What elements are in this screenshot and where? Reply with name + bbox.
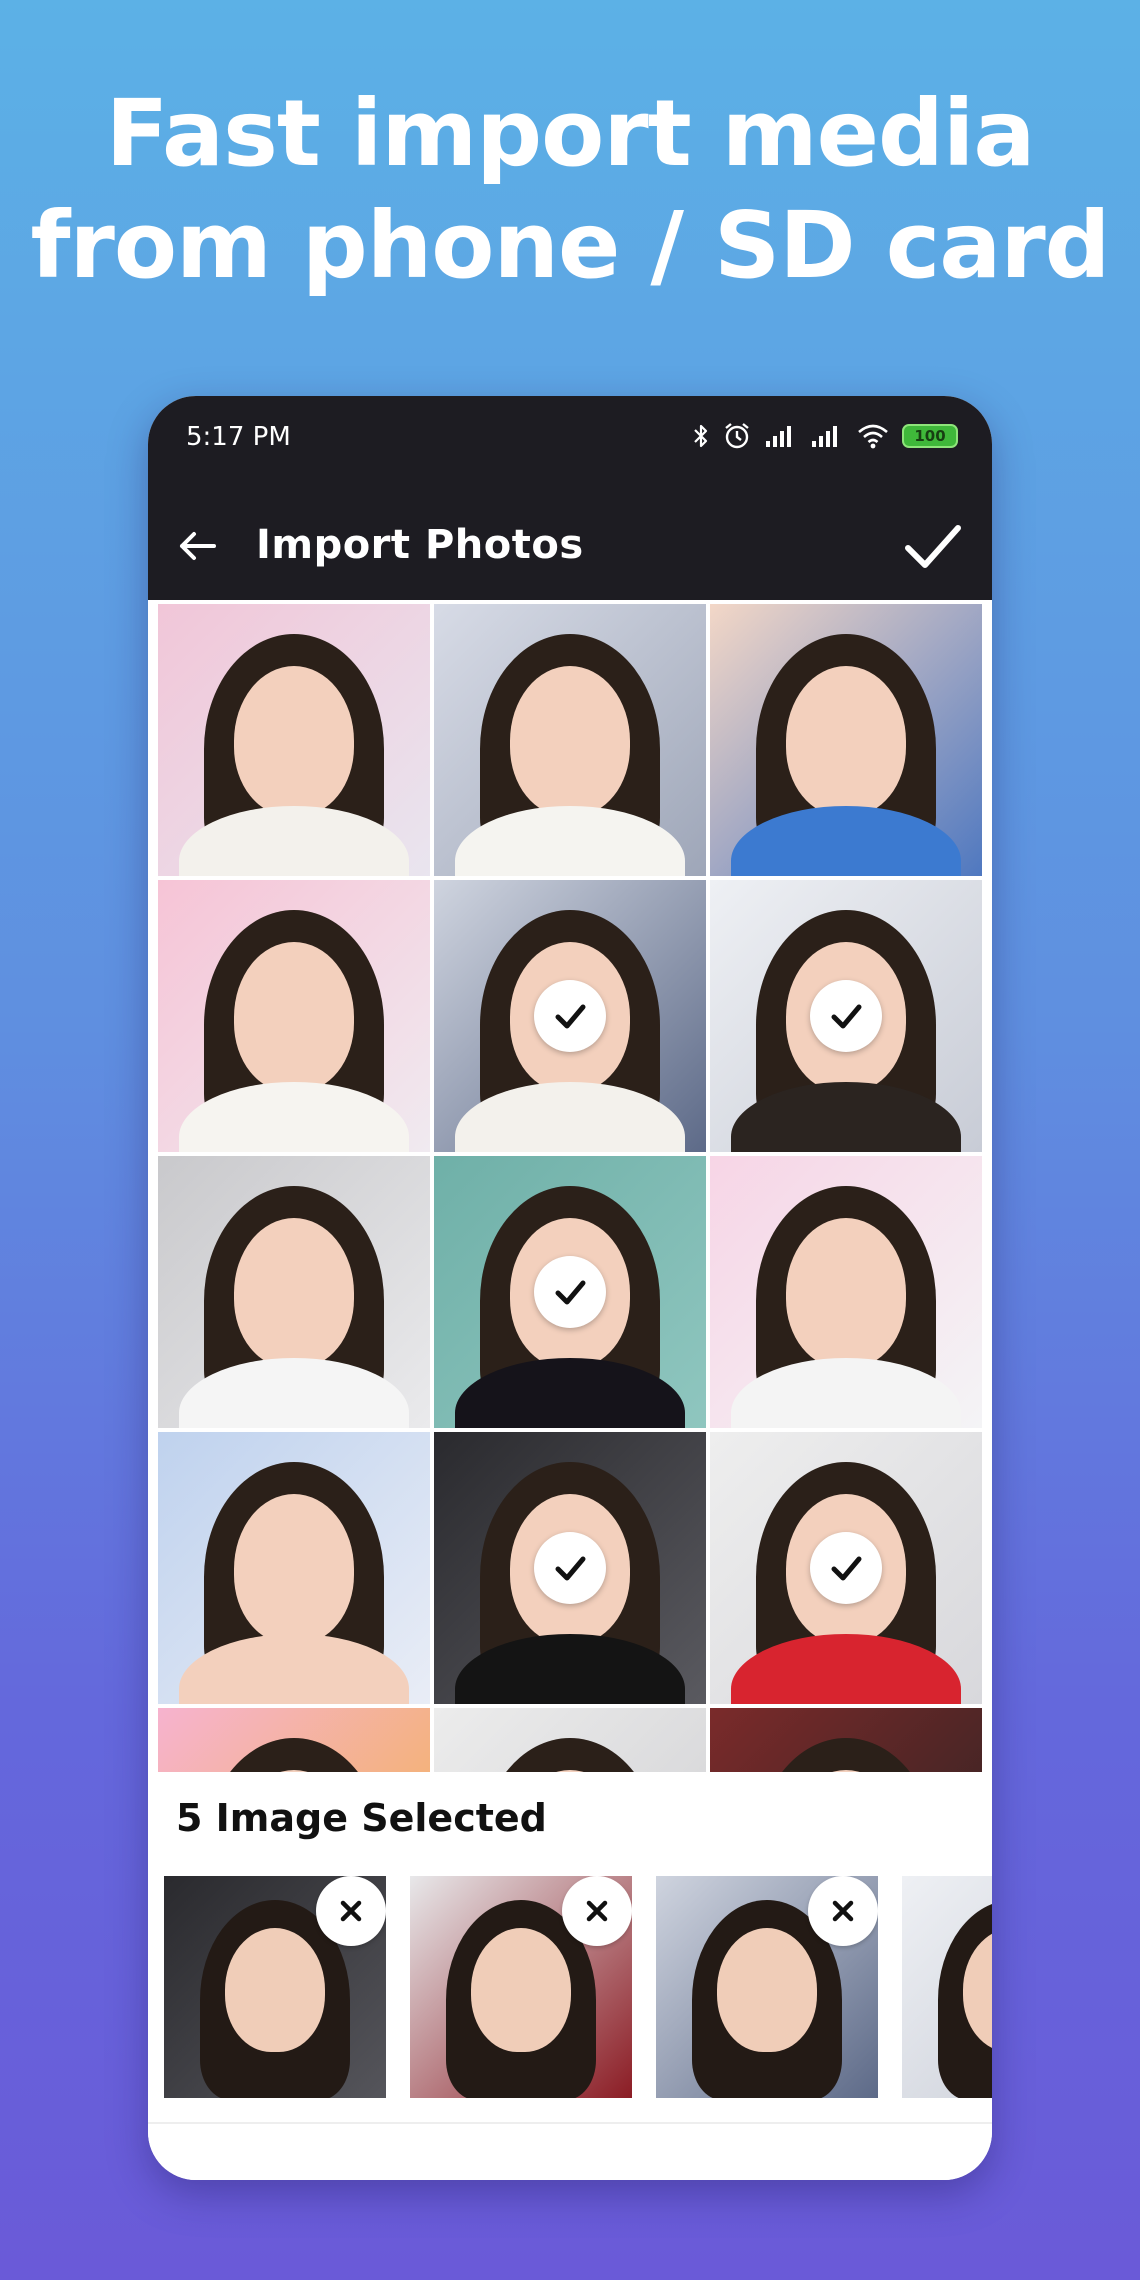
- bluetooth-icon: [694, 424, 708, 448]
- photo-subject-face: [234, 1218, 354, 1368]
- selected-check-icon: [534, 1256, 606, 1328]
- signal-icon-2: [812, 426, 837, 447]
- headline: Fast import media from phone / SD card: [0, 78, 1140, 302]
- photo-tile[interactable]: [434, 1432, 706, 1704]
- photo-subject-face: [510, 666, 630, 816]
- wifi-icon: [858, 424, 888, 449]
- thumb-subject-face: [225, 1928, 325, 2052]
- selected-thumbnail[interactable]: [902, 1876, 992, 2098]
- photo-tile[interactable]: [158, 604, 430, 876]
- photo-subject-face: [234, 942, 354, 1092]
- photo-tile[interactable]: [158, 880, 430, 1152]
- alarm-icon: [725, 423, 749, 449]
- selected-thumbnail[interactable]: [410, 1876, 632, 2098]
- photo-tile[interactable]: [710, 1156, 982, 1428]
- back-arrow-icon[interactable]: [168, 516, 228, 576]
- photo-subject-face: [234, 666, 354, 816]
- remove-close-icon[interactable]: [316, 1876, 386, 1946]
- headline-line-1: Fast import media: [105, 80, 1036, 187]
- photo-subject-hair: [756, 1738, 936, 1772]
- photo-subject-hair: [204, 1738, 384, 1772]
- status-time: 5:17 PM: [186, 422, 291, 452]
- thumb-subject-face: [717, 1928, 817, 2052]
- divider: [148, 2122, 992, 2124]
- status-bar: 5:17 PM 100: [148, 396, 992, 492]
- page-title: Import Photos: [256, 522, 584, 568]
- status-icons: 100: [692, 418, 958, 454]
- phone-frame: 5:17 PM 100 Import Photos 5 Image Select…: [148, 396, 992, 2180]
- photo-tile[interactable]: [710, 604, 982, 876]
- signal-icon: [766, 426, 791, 447]
- selected-check-icon: [534, 1532, 606, 1604]
- photo-tile[interactable]: [158, 1708, 430, 1772]
- selected-check-icon: [810, 980, 882, 1052]
- selected-thumbnail[interactable]: [656, 1876, 878, 2098]
- photo-tile[interactable]: [710, 880, 982, 1152]
- selected-check-icon: [534, 980, 606, 1052]
- photo-tile[interactable]: [158, 1432, 430, 1704]
- photo-subject-face: [234, 1494, 354, 1644]
- remove-close-icon[interactable]: [808, 1876, 878, 1946]
- photo-tile[interactable]: [710, 1432, 982, 1704]
- remove-close-icon[interactable]: [562, 1876, 632, 1946]
- photo-tile[interactable]: [710, 1708, 982, 1772]
- thumb-subject-face: [471, 1928, 571, 2052]
- headline-line-2: from phone / SD card: [30, 192, 1110, 299]
- confirm-check-icon[interactable]: [896, 510, 968, 582]
- photo-tile[interactable]: [434, 880, 706, 1152]
- selected-thumbnail[interactable]: [164, 1876, 386, 2098]
- photo-subject-face: [786, 1218, 906, 1368]
- photo-tile[interactable]: [434, 1156, 706, 1428]
- selected-panel: 5 Image Selected: [148, 1772, 992, 2180]
- photo-grid: [158, 604, 992, 1772]
- photo-tile[interactable]: [158, 1156, 430, 1428]
- photo-subject-hair: [480, 1738, 660, 1772]
- photo-tile[interactable]: [434, 604, 706, 876]
- photo-subject-face: [786, 666, 906, 816]
- selected-count-title: 5 Image Selected: [176, 1796, 547, 1840]
- battery-icon: 100: [902, 424, 958, 448]
- photo-tile[interactable]: [434, 1708, 706, 1772]
- app-bar: Import Photos: [148, 492, 992, 600]
- selected-check-icon: [810, 1532, 882, 1604]
